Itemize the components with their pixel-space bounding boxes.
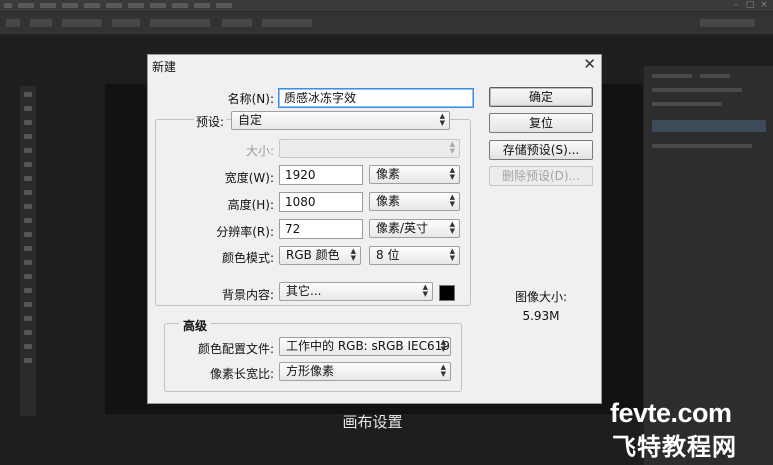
window-close-icon[interactable]: × — [757, 0, 771, 10]
image-size-label: 图像大小: — [514, 290, 568, 304]
width-unit-value: 像素 — [376, 167, 401, 181]
updown-arrow-icon: ▲ ▼ — [440, 363, 446, 378]
size-select: ▲ ▼ — [279, 139, 460, 158]
updown-arrow-icon: ▲ ▼ — [440, 338, 446, 353]
updown-arrow-icon: ▲ ▼ — [350, 247, 356, 262]
updown-arrow-icon: ▲ ▼ — [422, 283, 428, 298]
options-bar — [0, 12, 773, 35]
pixel-aspect-label: 像素长宽比: — [209, 367, 274, 381]
height-unit-value: 像素 — [376, 194, 401, 208]
preset-label: 预设: — [194, 113, 226, 130]
updown-arrow-icon: ▲ ▼ — [439, 112, 445, 127]
height-unit-select[interactable]: 像素 ▲ ▼ — [369, 192, 460, 211]
updown-arrow-icon: ▲ ▼ — [449, 140, 455, 155]
watermark-domain: fevte.com — [610, 398, 732, 428]
updown-arrow-icon: ▲ ▼ — [449, 247, 455, 262]
ok-button[interactable]: 确定 — [489, 87, 593, 107]
bit-depth-value: 8 位 — [376, 248, 400, 262]
width-input[interactable]: 1920 — [279, 165, 363, 185]
resolution-unit-value: 像素/英寸 — [376, 221, 429, 235]
background-select[interactable]: 其它... ▲ ▼ — [279, 282, 433, 301]
color-profile-label: 颜色配置文件: — [197, 342, 274, 356]
name-label: 名称(N): — [227, 92, 274, 106]
caption: 画布设置 — [342, 413, 403, 431]
resolution-unit-select[interactable]: 像素/英寸 ▲ ▼ — [369, 219, 460, 238]
save-preset-button[interactable]: 存储预设(S)... — [489, 140, 593, 160]
width-unit-select[interactable]: 像素 ▲ ▼ — [369, 165, 460, 184]
background-label: 背景内容: — [221, 288, 274, 302]
maximize-icon[interactable]: □ — [743, 0, 757, 10]
new-document-dialog: 新建 ✕ 名称(N): 质感冰冻字效 预设: 自定 ▲ ▼ 大小: ▲ ▼ 宽度(W… — [147, 54, 602, 404]
watermark-site-name: 飞特教程网 — [612, 433, 737, 461]
size-label: 大小: — [245, 144, 274, 158]
background-color-swatch[interactable] — [439, 285, 455, 301]
color-profile-value: 工作中的 RGB: sRGB IEC619... — [286, 339, 451, 353]
tools-panel — [20, 86, 37, 416]
color-mode-value: RGB 颜色 — [286, 248, 340, 262]
advanced-title: 高级 — [179, 317, 211, 334]
color-mode-select[interactable]: RGB 颜色 ▲ ▼ — [279, 246, 361, 265]
color-profile-select[interactable]: 工作中的 RGB: sRGB IEC619... ▲ ▼ — [279, 337, 451, 356]
updown-arrow-icon: ▲ ▼ — [449, 166, 455, 181]
updown-arrow-icon: ▲ ▼ — [449, 193, 455, 208]
reset-button[interactable]: 复位 — [489, 113, 593, 133]
preset-select-value: 自定 — [238, 113, 263, 127]
resolution-label: 分辨率(R): — [216, 225, 274, 239]
delete-preset-button: 删除预设(D)... — [489, 166, 593, 186]
height-input[interactable]: 1080 — [279, 192, 363, 212]
dialog-title: 新建 — [152, 60, 177, 74]
image-size-value: 5.93M — [522, 309, 560, 323]
updown-arrow-icon: ▲ ▼ — [449, 220, 455, 235]
background-value: 其它... — [286, 284, 322, 298]
pixel-aspect-select[interactable]: 方形像素 ▲ ▼ — [279, 362, 451, 381]
color-mode-label: 颜色模式: — [221, 251, 274, 265]
width-label: 宽度(W): — [224, 171, 274, 185]
app-menubar: – □ × — [0, 0, 773, 12]
bit-depth-select[interactable]: 8 位 ▲ ▼ — [369, 246, 460, 265]
preset-select[interactable]: 自定 ▲ ▼ — [231, 111, 450, 130]
pixel-aspect-value: 方形像素 — [286, 364, 335, 378]
height-label: 高度(H): — [227, 198, 274, 212]
minimize-icon[interactable]: – — [729, 0, 743, 10]
resolution-input[interactable]: 72 — [279, 219, 363, 239]
name-input[interactable]: 质感冰冻字效 — [278, 88, 474, 108]
close-icon[interactable]: ✕ — [583, 55, 596, 73]
